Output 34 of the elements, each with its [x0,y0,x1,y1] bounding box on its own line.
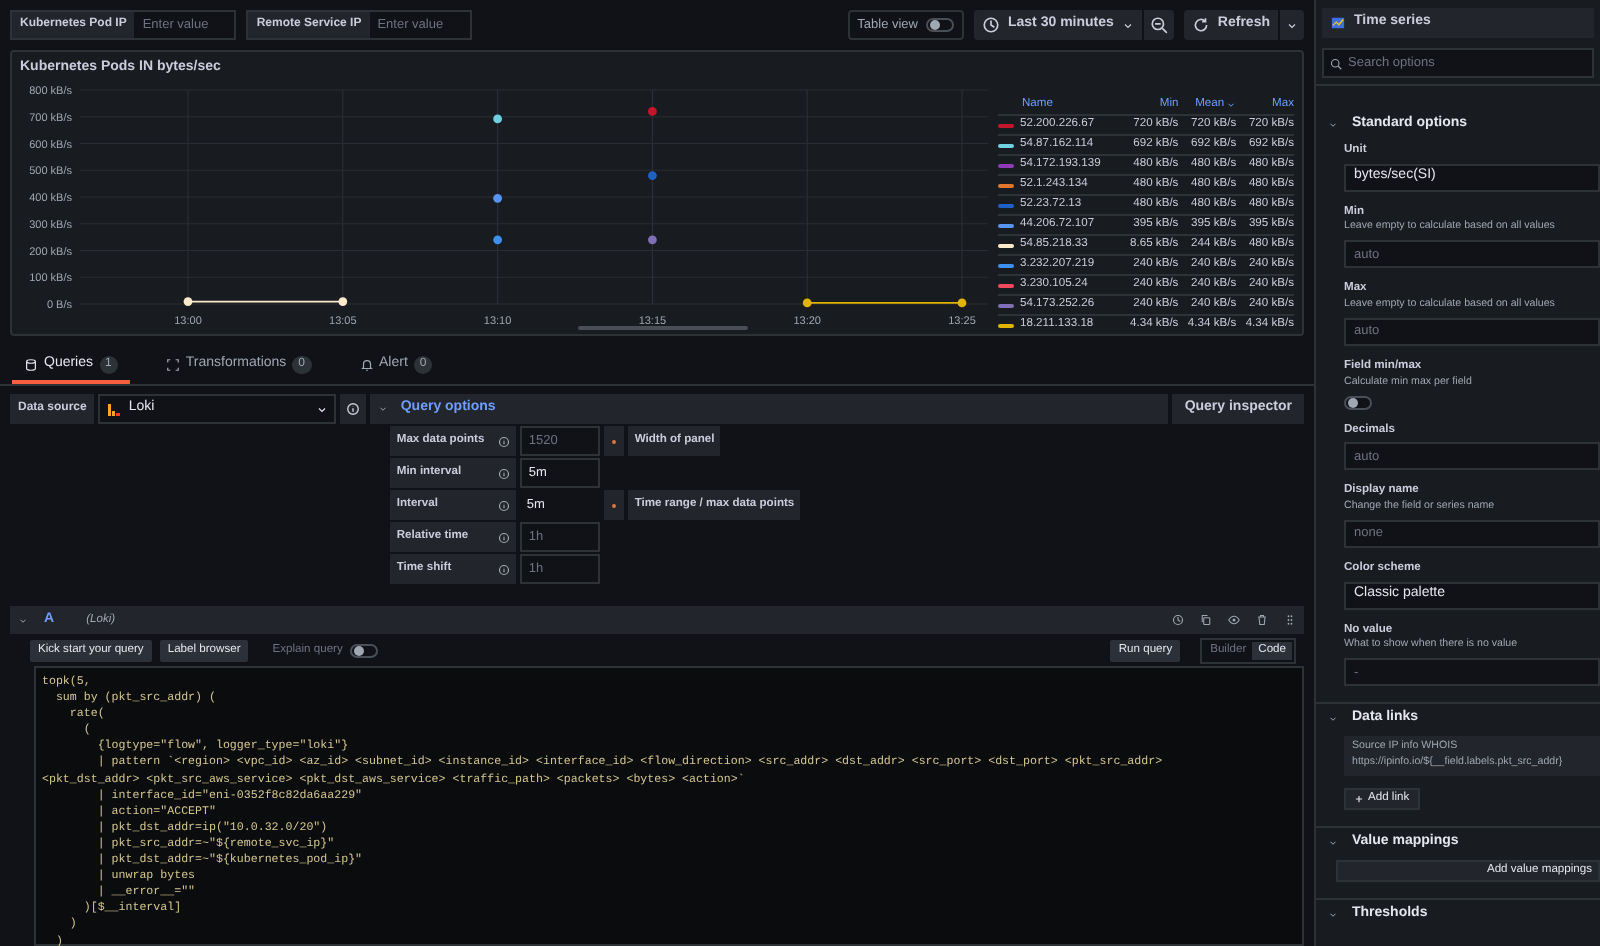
zoom-out-icon [1149,16,1168,34]
database-icon [24,358,38,372]
chevron-icon [1328,837,1338,848]
caret-icon [1121,19,1134,31]
chevron-icon [378,404,389,414]
clock-icon [982,16,1000,34]
info-icon [498,467,511,479]
bell-icon [359,358,374,372]
data-source-info-button[interactable] [340,394,367,424]
info-icon [498,499,511,511]
field-toggle[interactable] [1344,395,1372,410]
info-icon [346,402,361,416]
chevron-icon [1328,713,1338,724]
plus-icon [1354,794,1364,805]
caret-icon [316,403,329,415]
info-icon [498,435,511,447]
zoom-out-button[interactable] [1143,10,1174,40]
explain-query-toggle[interactable] [350,643,379,657]
info-icon [498,563,511,575]
delete-icon[interactable] [1256,614,1268,626]
table-view-toggle[interactable] [926,18,954,32]
chevron-icon [1328,119,1338,129]
search-icon [1330,57,1342,69]
caret-icon [1286,19,1298,31]
refresh-icon [1191,16,1210,34]
eye-icon[interactable] [1228,614,1240,626]
clock-icon[interactable] [1172,614,1184,626]
loki-logo-icon [106,401,123,417]
code-editor[interactable] [34,666,1304,946]
transform-icon [165,358,180,372]
chevron-icon [1328,909,1338,920]
chart-icon [1330,16,1346,30]
info-icon [498,531,511,543]
duplicate-icon[interactable] [1200,614,1212,626]
